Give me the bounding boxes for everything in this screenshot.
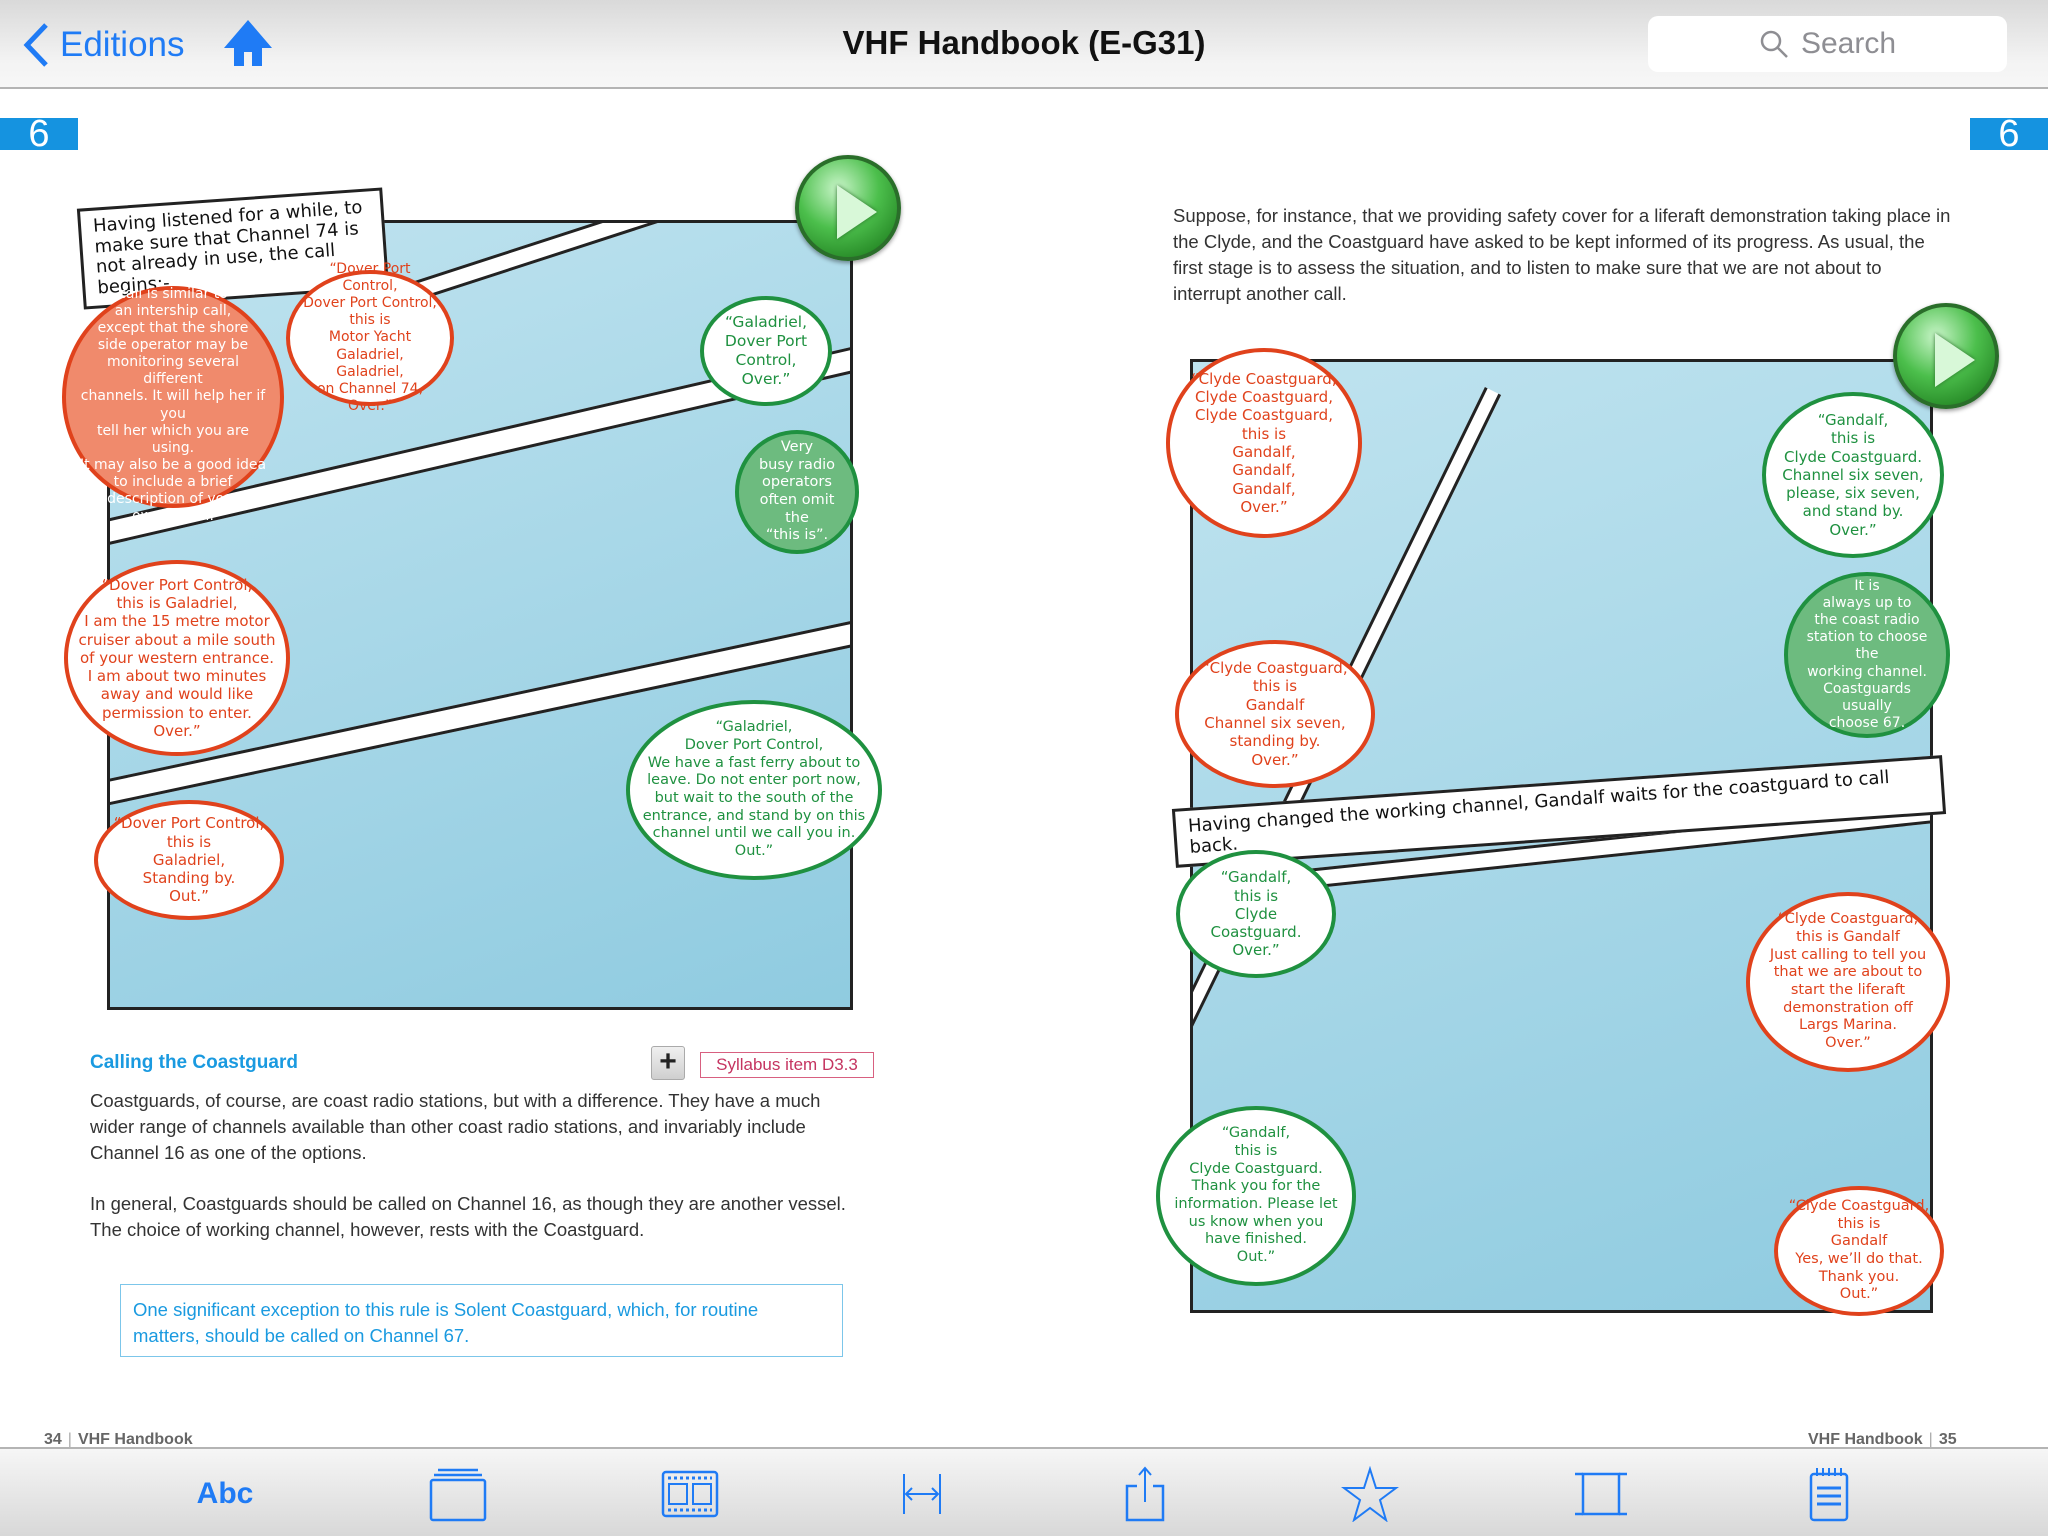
home-icon [224,20,272,66]
share-icon [1125,1466,1165,1522]
home-button[interactable] [222,18,274,68]
play-audio-button-left[interactable] [795,155,901,261]
speech-bubble: “Dover Port Control, this is Galadriel, … [94,800,284,920]
search-field[interactable]: Search [1648,16,2007,72]
speech-bubble: “Dover Port Control, this is Galadriel, … [64,560,290,756]
speech-bubble: “Gandalf, this is Clyde Coastguard. Than… [1156,1106,1356,1286]
intro-paragraph: Suppose, for instance, that we providing… [1173,205,1951,304]
chapter-badge-right: 6 [1970,118,2048,150]
notepad-icon [1809,1468,1849,1522]
separator: | [67,1431,72,1448]
speech-bubble: “Clyde Coastguard, this is Gandalf Yes, … [1774,1186,1944,1316]
expand-button[interactable]: + [651,1046,685,1080]
paragraph: Coastguards, of course, are coast radio … [90,1090,821,1163]
note-bubble: It is always up to the coast radio stati… [1784,572,1950,738]
footer-title: VHF Handbook [77,1431,193,1448]
two-page-button[interactable] [1566,1465,1636,1523]
text-size-label: Abc [196,1477,254,1510]
single-page-icon [429,1468,487,1522]
bottom-toolbar: Abc [0,1447,2048,1536]
separator: | [1928,1431,1933,1448]
section-heading: Calling the Coastguard [90,1052,298,1073]
thumbnails-button[interactable] [655,1465,725,1523]
chapter-badge-left: 6 [0,118,78,150]
chevron-left-icon [23,23,48,67]
star-icon [1341,1466,1399,1522]
bookmark-button[interactable] [1335,1465,1405,1523]
speech-bubble: “Gandalf, this is Clyde Coastguard. Over… [1176,850,1336,978]
speech-bubble: “Galadriel, Dover Port Control, We have … [626,700,882,880]
page-number: 35 [1938,1431,1957,1448]
speech-bubble: “Galadriel, Dover Port Control, Over.” [700,296,832,406]
share-button[interactable] [1110,1465,1180,1523]
footer-title: VHF Handbook [1808,1431,1923,1448]
filmstrip-icon [661,1470,719,1518]
note-box: One significant exception to this rule i… [120,1284,843,1357]
paragraph: In general, Coastguards should be called… [90,1193,846,1240]
page-number: 34 [44,1431,62,1448]
speech-bubble: “Clyde Coastguard, this is Gandalf Just … [1746,892,1950,1072]
search-icon [1760,30,1788,58]
back-label: Editions [60,25,185,64]
single-page-button[interactable] [423,1465,493,1523]
two-page-icon [1575,1472,1627,1516]
back-to-editions-button[interactable]: Editions [22,20,185,70]
speech-bubble: “Dover Port Control, Dover Port Control,… [286,261,454,414]
speech-bubble: “Clyde Coastguard, this is Gandalf Chann… [1175,640,1375,788]
speech-bubble: “Gandalf, this is Clyde Coastguard. Chan… [1762,392,1944,558]
fit-width-icon [903,1474,941,1514]
speech-bubble: “Clyde Coastguard, Clyde Coastguard, Cly… [1166,348,1362,538]
notes-button[interactable] [1794,1465,1864,1523]
text-size-button[interactable]: Abc [190,1465,260,1523]
fit-width-button[interactable] [887,1465,957,1523]
note-bubble: The call is similar to an intership call… [62,269,284,524]
navigation-bar: Editions VHF Handbook (E-G31) Search [0,0,2048,89]
search-placeholder: Search [1800,27,1897,60]
syllabus-tag[interactable]: Syllabus item D3.3 [700,1052,874,1078]
play-audio-button-right[interactable] [1893,303,1999,409]
note-bubble: Very busy radio operators often omit the… [735,430,859,554]
